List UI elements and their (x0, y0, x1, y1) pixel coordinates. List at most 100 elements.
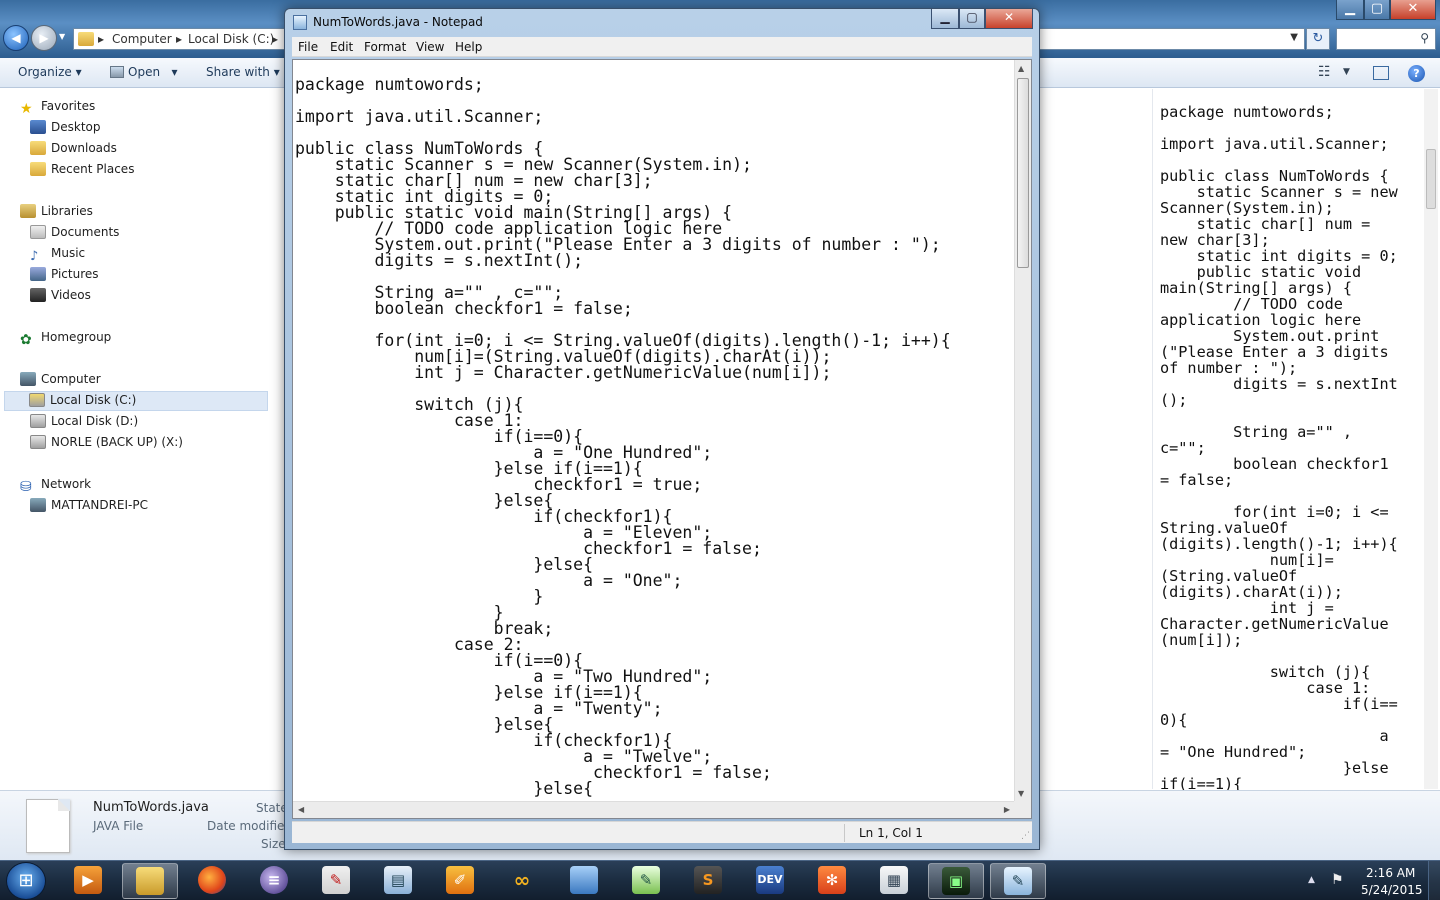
dev-cpp-label: DEV (756, 866, 784, 894)
open-button[interactable]: Open ▾ (110, 65, 178, 79)
breadcrumb-separator[interactable]: ▸ (176, 32, 182, 46)
app-window-icon[interactable]: ▦ (866, 863, 922, 899)
breadcrumb-separator[interactable]: ▸ (272, 32, 278, 46)
dev-cpp-icon[interactable]: DEV (742, 863, 798, 899)
clock-time[interactable]: 2:16 AM (1366, 866, 1415, 880)
nav-libraries[interactable]: Libraries (20, 204, 93, 224)
breadcrumb-local-disk[interactable]: Local Disk (C:) (188, 32, 274, 46)
nav-desktop[interactable]: Desktop (30, 120, 101, 140)
maximize-button[interactable]: ▢ (959, 9, 985, 29)
media-player-icon[interactable]: ▶ (60, 863, 116, 899)
menu-view[interactable]: View (416, 40, 444, 54)
nav-network[interactable]: ⛁ Network (20, 477, 91, 497)
scroll-down-icon[interactable]: ▼ (1018, 789, 1024, 798)
nav-music[interactable]: ♪ Music (30, 246, 85, 266)
forward-button[interactable]: ▶ (31, 25, 57, 51)
show-desktop-button[interactable] (1428, 861, 1440, 900)
nav-documents[interactable]: Documents (30, 225, 119, 245)
search-input[interactable]: ⚲ (1336, 28, 1436, 50)
pictures-icon (30, 267, 46, 281)
file-explorer-icon[interactable] (122, 863, 178, 899)
scroll-left-icon[interactable]: ◀ (298, 805, 304, 814)
view-dropdown-icon[interactable]: ▼ (1343, 67, 1350, 77)
scrollbar-thumb[interactable] (1426, 149, 1436, 209)
nav-recent-places[interactable]: Recent Places (30, 162, 134, 182)
preview-pane-icon[interactable] (1373, 66, 1389, 80)
star-icon: ★ (20, 101, 33, 117)
nav-label: Libraries (41, 204, 93, 218)
nav-downloads[interactable]: Downloads (30, 141, 117, 161)
menu-format[interactable]: Format (364, 40, 406, 54)
paint-icon[interactable]: ✐ (432, 863, 488, 899)
scroll-up-icon[interactable]: ▲ (1018, 64, 1024, 73)
preview-code-text: package numtowords; import java.util.Sca… (1160, 103, 1398, 793)
nav-pc[interactable]: MATTANDREI-PC (30, 498, 148, 518)
pdf-reader-icon[interactable]: ✎ (308, 863, 364, 899)
drive-icon (30, 414, 46, 428)
breadcrumb-computer[interactable]: Computer (112, 32, 172, 46)
nav-videos[interactable]: Videos (30, 288, 91, 308)
nav-pictures[interactable]: Pictures (30, 267, 99, 287)
firefox-icon[interactable] (184, 863, 240, 899)
menu-file[interactable]: File (298, 40, 318, 54)
open-icon (110, 66, 124, 78)
nav-local-disk-c[interactable]: Local Disk (C:) (4, 391, 268, 411)
xampp-icon[interactable]: ✻ (804, 863, 860, 899)
scrollbar-thumb[interactable] (1017, 78, 1029, 268)
minimize-button[interactable]: ▁ (931, 9, 959, 29)
nav-favorites[interactable]: ★ Favorites (20, 99, 95, 119)
virtualbox-icon[interactable] (556, 863, 612, 899)
share-with-button[interactable]: Share with ▾ (206, 65, 280, 79)
notepad-plus-icon[interactable]: ✎ (618, 863, 674, 899)
explorer-close-button[interactable]: ✕ (1390, 0, 1436, 20)
horizontal-scrollbar[interactable]: ◀ ▶ (293, 801, 1015, 818)
eclipse-icon[interactable]: ≡ (246, 863, 302, 899)
status-divider (844, 824, 845, 842)
menu-edit[interactable]: Edit (330, 40, 353, 54)
status-bar: Ln 1, Col 1 ⋰ (292, 821, 1032, 843)
start-button[interactable]: ⊞ (6, 862, 46, 900)
preview-scrollbar[interactable] (1424, 89, 1438, 789)
code-text[interactable]: package numtowords; import java.util.Sca… (295, 76, 951, 797)
close-button[interactable]: ✕ (985, 9, 1033, 29)
nav-computer[interactable]: Computer (20, 372, 101, 392)
explorer-maximize-button[interactable]: ▢ (1364, 0, 1390, 20)
nav-homegroup[interactable]: ✿ Homegroup (20, 330, 111, 350)
notepad-icon[interactable]: ✎ (990, 863, 1046, 899)
computer-icon (20, 372, 36, 386)
refresh-icon[interactable]: ↻ (1306, 28, 1330, 50)
nav-label: NORLE (BACK UP) (X:) (51, 435, 183, 449)
action-center-flag-icon[interactable]: ⚑ (1331, 872, 1344, 888)
vertical-scrollbar[interactable]: ▲ ▼ (1014, 60, 1031, 802)
arduino-icon[interactable]: ∞ (494, 863, 550, 899)
details-modified-label: Date modified (207, 819, 293, 833)
help-icon[interactable]: ? (1408, 65, 1425, 82)
breadcrumb-separator[interactable]: ▸ (98, 32, 104, 46)
folder-icon (78, 32, 94, 46)
scroll-right-icon[interactable]: ▶ (1004, 805, 1010, 814)
open-dropdown-icon[interactable]: ▾ (172, 65, 178, 79)
document-icon[interactable]: ▤ (370, 863, 426, 899)
change-view-icon[interactable]: ☷ (1318, 64, 1331, 80)
preview-pane: package numtowords; import java.util.Sca… (1152, 89, 1440, 793)
text-editor[interactable]: package numtowords; import java.util.Sca… (292, 59, 1032, 819)
back-button[interactable]: ◀ (3, 25, 29, 51)
resize-grip-icon[interactable]: ⋰ (1021, 831, 1030, 841)
history-dropdown-icon[interactable]: ▼ (59, 32, 65, 41)
cmd-icon[interactable]: ▣ (928, 863, 984, 899)
organize-button[interactable]: Organize ▾ (18, 65, 82, 79)
sublime-text-icon[interactable]: S (680, 863, 736, 899)
videos-icon (30, 288, 46, 302)
clock-date[interactable]: 5/24/2015 (1361, 883, 1423, 897)
network-icon: ⛁ (20, 479, 32, 495)
nav-label: Music (51, 246, 86, 260)
explorer-minimize-button[interactable]: ▁ (1336, 0, 1364, 20)
desktop-icon (30, 120, 46, 134)
libraries-icon (20, 204, 36, 218)
nav-label: Homegroup (41, 330, 112, 344)
nav-backup-drive[interactable]: NORLE (BACK UP) (X:) (30, 435, 183, 455)
show-hidden-icons-icon[interactable]: ▲ (1308, 875, 1315, 885)
address-dropdown-icon[interactable]: ▼ (1290, 32, 1298, 43)
nav-local-disk-d[interactable]: Local Disk (D:) (30, 414, 138, 434)
menu-help[interactable]: Help (455, 40, 482, 54)
